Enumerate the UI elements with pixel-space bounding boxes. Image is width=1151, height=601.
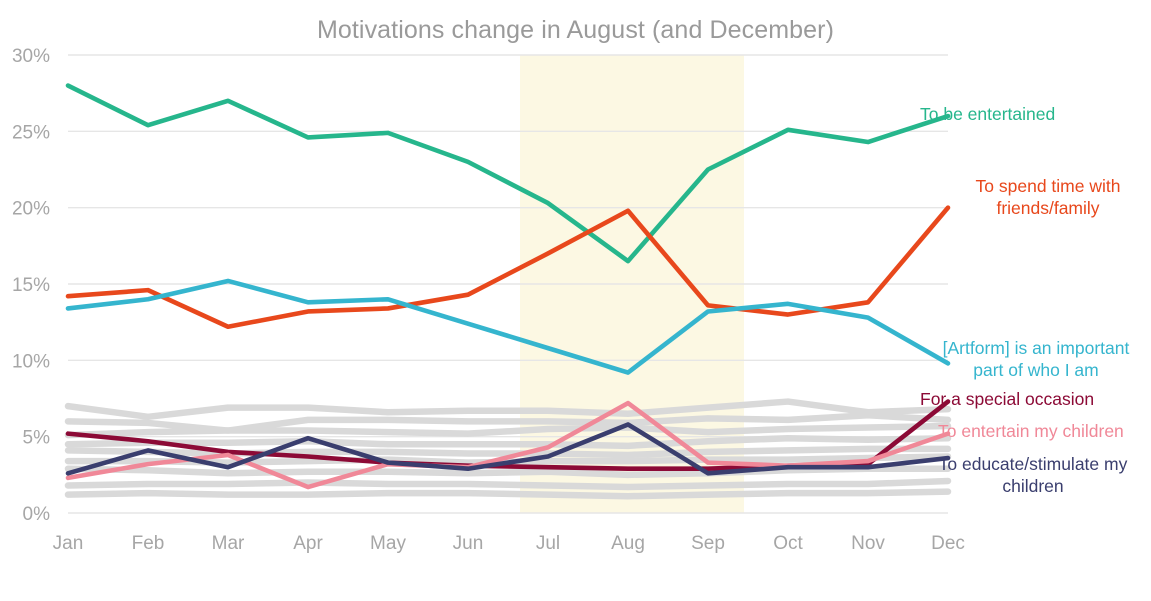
x-axis-tick-label: Jun (453, 533, 484, 554)
x-axis-tick-label: May (370, 533, 406, 554)
y-axis-tick-label: 20% (12, 199, 50, 220)
x-axis-tick-label: Aug (611, 533, 645, 554)
series-label-to-be-entertained: To be entertained (920, 104, 1056, 124)
y-axis-tick-label: 30% (12, 46, 50, 67)
x-axis-tick-label: Nov (851, 533, 885, 554)
x-axis-tick-label: Jan (53, 533, 84, 554)
x-axis-tick-label: Dec (931, 533, 965, 554)
series-line (64, 434, 952, 450)
series-line (64, 477, 952, 491)
series-line (64, 398, 952, 421)
x-axis-tick-label: Feb (132, 533, 165, 554)
series-line (64, 488, 952, 500)
series-label-to-educate-stimulate-my-children: To educate/stimulate my children (938, 454, 1128, 496)
series-line (64, 465, 952, 479)
x-axis-tick-label: Oct (773, 533, 803, 554)
series-label-to-entertain-my-children: To entertain my children (938, 421, 1124, 441)
y-axis-tick-label: 5% (23, 428, 51, 449)
y-axis-tick-label: 10% (12, 351, 50, 372)
x-axis-tick-label: Apr (293, 533, 323, 554)
x-axis-tick-label: Mar (212, 533, 245, 554)
y-axis-tick-label: 0% (23, 504, 51, 525)
y-axis-tick-label: 25% (12, 122, 50, 143)
x-axis-tick-label: Jul (536, 533, 560, 554)
series-label-for-a-special-occasion: For a special occasion (920, 389, 1095, 409)
x-axis-tick-label: Sep (691, 533, 725, 554)
series-line (65, 278, 951, 375)
series-label-artform-important-part-of-who-i-am: [Artform] is an important part of who I … (942, 338, 1130, 380)
y-axis-ticks-group: 0% 5% 10% 15% 20% 25% 30% (12, 46, 50, 525)
chart-container: Motivations change in August (and Decemb… (0, 0, 1151, 601)
x-axis-ticks-group: Jan Feb Mar Apr May Jun Jul Aug Sep Oct Nov Dec (53, 533, 965, 554)
series-label-to-spend-time-with-friends-family: To spend time with friends/family (975, 176, 1121, 218)
y-axis-tick-label: 15% (12, 275, 50, 296)
line-chart-plot: 0% 5% 10% 15% 20% 25% 30% Jan Feb Mar Apr May Jun Ju… (12, 46, 965, 554)
series-line (65, 83, 951, 264)
